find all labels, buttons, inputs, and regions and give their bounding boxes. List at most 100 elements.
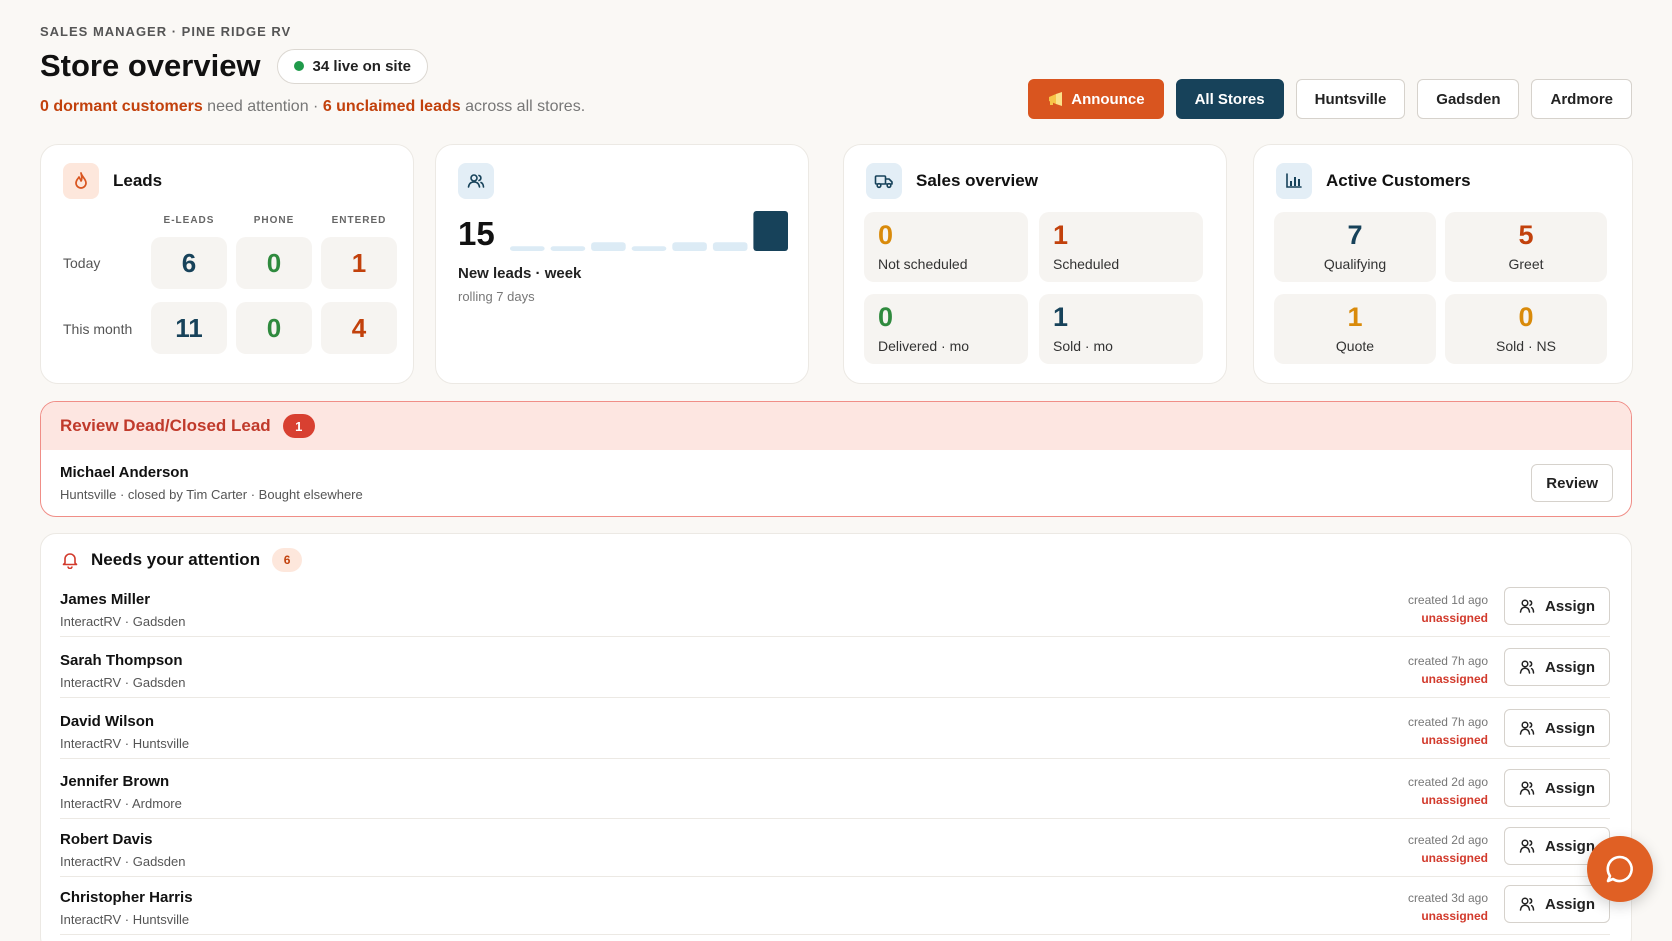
store-tab-gadsden[interactable]: Gadsden [1417, 79, 1520, 119]
leads-card-title: Leads [113, 171, 163, 190]
live-label: 34 live on site [312, 57, 411, 75]
eyebrow: SALES MANAGER · PINE RIDGE RV [40, 24, 292, 39]
sales-overview-card[interactable]: Sales overview 0 Not scheduled 1 Schedul… [843, 144, 1227, 384]
spark-bar [631, 246, 667, 251]
assign-label: Assign [1544, 895, 1595, 913]
customers-greet-value: 5 [1518, 220, 1534, 250]
attention-row-meta: InteractRV · Ardmore [60, 796, 182, 811]
customers-card-title: Active Customers [1326, 171, 1471, 190]
attention-title: Needs your attention [91, 550, 261, 569]
sales-scheduled-label: Scheduled [1053, 256, 1120, 272]
attention-row-meta: InteractRV · Gadsden [60, 675, 186, 690]
attention-row-name: Jennifer Brown [60, 773, 170, 790]
review-button[interactable]: Review [1531, 464, 1613, 502]
chat-button[interactable] [1587, 836, 1653, 902]
attention-row[interactable]: Christopher Harris InteractRV · Huntsvill… [60, 879, 1610, 935]
review-count-badge: 1 [282, 414, 315, 438]
bell-icon [62, 553, 78, 569]
live-on-site-pill[interactable]: 34 live on site [276, 48, 428, 84]
assign-button[interactable]: Assign [1504, 587, 1610, 625]
customers-tile-greet[interactable]: 5 Greet [1445, 212, 1607, 282]
attention-row[interactable]: Sarah Thompson InteractRV · Gadsden create… [60, 642, 1610, 698]
dormant-customers-link[interactable]: 0 dormant customers [40, 98, 203, 115]
sales-not-scheduled-label: Not scheduled [878, 256, 968, 272]
sales-delivered-value: 0 [878, 302, 894, 332]
unclaimed-suffix: across all stores. [460, 98, 586, 115]
customers-quote-label: Quote [1335, 338, 1375, 354]
truck-icon [866, 163, 902, 199]
attention-row-status: created 2d ago unassigned [1408, 831, 1488, 867]
title-row: Store overview 34 live on site [40, 48, 428, 84]
user-plus-icon [1519, 599, 1535, 613]
today-phone[interactable]: 0 [236, 237, 312, 289]
assign-button[interactable]: Assign [1504, 709, 1610, 747]
attention-row-meta: InteractRV · Huntsville [60, 736, 190, 751]
today-entered[interactable]: 1 [321, 237, 397, 289]
month-e-leads[interactable]: 11 [151, 302, 227, 354]
assign-label: Assign [1544, 658, 1595, 676]
month-phone[interactable]: 0 [236, 302, 312, 354]
attention-row-unassigned: unassigned [1421, 793, 1488, 807]
month-entered[interactable]: 4 [321, 302, 397, 354]
attention-row-meta: InteractRV · Gadsden [60, 614, 186, 629]
sales-tile-not-scheduled[interactable]: 0 Not scheduled [864, 212, 1028, 282]
review-lead-name: Michael Anderson [60, 464, 189, 481]
new-leads-card[interactable]: 15 New leads · week rolling 7 days [435, 144, 809, 384]
assign-label: Assign [1544, 837, 1595, 855]
attention-row-status: created 7h ago unassigned [1408, 652, 1488, 688]
row-label-this-month: This month [63, 321, 133, 337]
sales-tile-sold[interactable]: 1 Sold · mo [1039, 294, 1203, 364]
customers-tile-sold-ns[interactable]: 0 Sold · NS [1445, 294, 1607, 364]
col-head-entered: ENTERED [331, 215, 387, 226]
assign-button[interactable]: Assign [1504, 648, 1610, 686]
customers-quote-value: 1 [1347, 302, 1363, 332]
store-tab-ardmore[interactable]: Ardmore [1531, 79, 1632, 119]
user-plus-icon [1519, 660, 1535, 674]
attention-row[interactable]: David Wilson InteractRV · Huntsville creat… [60, 703, 1610, 759]
announce-button[interactable]: Announce [1028, 79, 1164, 119]
flame-icon [63, 163, 99, 199]
attention-row-status: created 2d ago unassigned [1408, 773, 1488, 809]
page-title: Store overview [40, 48, 261, 83]
sales-sold-label: Sold · mo [1053, 338, 1113, 354]
attention-row[interactable]: Jennifer Brown InteractRV · Ardmore create… [60, 763, 1610, 819]
attention-row-created: created 7h ago [1407, 715, 1488, 729]
attention-row-created: created 7h ago [1407, 654, 1488, 668]
sales-delivered-label: Delivered · mo [878, 338, 970, 354]
assign-button[interactable]: Assign [1504, 885, 1610, 923]
customers-tile-qualifying[interactable]: 7 Qualifying [1274, 212, 1436, 282]
users-icon [458, 163, 494, 199]
sales-tile-scheduled[interactable]: 1 Scheduled [1039, 212, 1203, 282]
dormant-suffix: need attention · [202, 98, 323, 115]
col-head-e-leads: E-LEADS [163, 215, 215, 226]
sales-tile-delivered[interactable]: 0 Delivered · mo [864, 294, 1028, 364]
new-leads-sparkline [510, 211, 788, 251]
attention-row[interactable]: Robert Davis InteractRV · Gadsden created … [60, 821, 1610, 877]
assign-button[interactable]: Assign [1504, 769, 1610, 807]
attention-row-created: created 2d ago [1407, 833, 1488, 847]
attention-row-unassigned: unassigned [1421, 733, 1488, 747]
active-customers-card[interactable]: Active Customers 7 Qualifying 5 Greet 1 … [1253, 144, 1633, 384]
attention-row[interactable]: James Miller InteractRV · Gadsden created … [60, 581, 1610, 637]
subtitle: 0 dormant customers need attention · 6 u… [40, 98, 585, 116]
spark-bar [712, 242, 748, 251]
user-plus-icon [1519, 781, 1535, 795]
live-dot-icon [293, 61, 304, 71]
spark-bar [550, 246, 586, 251]
attention-row-status: created 7h ago unassigned [1408, 713, 1488, 749]
store-tab-all-stores[interactable]: All Stores [1175, 79, 1284, 119]
customers-tile-quote[interactable]: 1 Quote [1274, 294, 1436, 364]
review-title: Review Dead/Closed Lead [60, 416, 271, 435]
new-leads-sub: rolling 7 days [458, 289, 535, 304]
sales-scheduled-value: 1 [1053, 220, 1069, 250]
new-leads-label: New leads · week [458, 265, 582, 282]
today-e-leads[interactable]: 6 [151, 237, 227, 289]
store-overview-page: SALES MANAGER · PINE RIDGE RV Store over… [0, 0, 1672, 941]
leads-card[interactable]: Leads E-LEADS PHONE ENTERED Today 6 0 1 … [40, 144, 414, 384]
attention-row-unassigned: unassigned [1421, 672, 1488, 686]
customers-greet-label: Greet [1508, 256, 1544, 272]
bar-chart-icon [1276, 163, 1312, 199]
new-leads-value: 15 [458, 215, 495, 252]
store-tab-huntsville[interactable]: Huntsville [1295, 79, 1406, 119]
unclaimed-leads-link[interactable]: 6 unclaimed leads [323, 98, 461, 115]
